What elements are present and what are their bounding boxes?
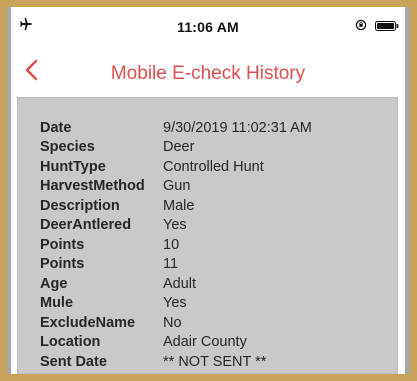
detail-row-mule: Mule Yes bbox=[40, 294, 389, 314]
detail-value: Yes bbox=[163, 217, 187, 234]
detail-value: Deer bbox=[163, 139, 195, 156]
detail-label: HarvestMethod bbox=[40, 178, 145, 195]
detail-label: Points bbox=[40, 256, 85, 273]
detail-label: Points bbox=[40, 236, 85, 253]
detail-list: Date 9/30/2019 11:02:31 AM Species Deer … bbox=[40, 118, 389, 372]
status-time: 11:06 AM bbox=[177, 19, 239, 35]
detail-value: Adult bbox=[163, 275, 197, 292]
detail-value: Yes bbox=[163, 295, 187, 312]
lock-rotation-icon bbox=[355, 19, 367, 31]
detail-row-exclude-name: ExcludeName No bbox=[40, 313, 389, 333]
detail-value: Controlled Hunt bbox=[163, 158, 264, 175]
detail-value: No bbox=[163, 314, 182, 331]
detail-label: Description bbox=[40, 197, 120, 214]
detail-row-description: Description Male bbox=[40, 196, 389, 216]
detail-row-points: Points 11 bbox=[40, 255, 389, 275]
detail-label: Mule bbox=[40, 295, 74, 312]
page-title: Mobile E-check History bbox=[110, 63, 306, 84]
screenshot-frame: 11:06 AM Mobile E-check History Date 9/3… bbox=[0, 0, 417, 381]
detail-row-age: Age Adult bbox=[40, 274, 389, 294]
detail-value: Adair County bbox=[163, 334, 247, 351]
detail-row-location: Location Adair County bbox=[40, 333, 389, 353]
detail-label: DeerAntlered bbox=[40, 217, 132, 234]
detail-value: 11 bbox=[163, 256, 179, 273]
detail-label: Sent Date bbox=[40, 353, 107, 370]
detail-label: HuntType bbox=[40, 158, 106, 175]
detail-label: ExcludeName bbox=[40, 314, 136, 331]
detail-row-sent-date: Sent Date ** NOT SENT ** bbox=[40, 352, 389, 372]
status-bar: 11:06 AM bbox=[11, 7, 405, 43]
detail-row-deer-antlered: DeerAntlered Yes bbox=[40, 216, 389, 236]
navigation-bar: Mobile E-check History bbox=[11, 43, 405, 97]
detail-row-date: Date 9/30/2019 11:02:31 AM bbox=[40, 118, 389, 138]
detail-row-harvest-method: HarvestMethod Gun bbox=[40, 177, 389, 197]
detail-value: ** NOT SENT ** bbox=[163, 353, 267, 370]
phone-screen: 11:06 AM Mobile E-check History Date 9/3… bbox=[11, 7, 405, 374]
detail-label: Location bbox=[40, 334, 101, 351]
battery-icon bbox=[375, 21, 399, 31]
detail-label: Age bbox=[40, 275, 68, 292]
detail-row-points: Points 10 bbox=[40, 235, 389, 255]
detail-value: 10 bbox=[163, 236, 180, 253]
detail-value: Male bbox=[163, 197, 195, 214]
detail-row-species: Species Deer bbox=[40, 138, 389, 158]
detail-value: Gun bbox=[163, 178, 191, 195]
echeck-detail-panel: Date 9/30/2019 11:02:31 AM Species Deer … bbox=[17, 97, 398, 374]
detail-value: 9/30/2019 11:02:31 AM bbox=[163, 119, 312, 136]
detail-label: Species bbox=[40, 139, 95, 156]
detail-label: Date bbox=[40, 119, 72, 136]
detail-row-hunt-type: HuntType Controlled Hunt bbox=[40, 157, 389, 177]
